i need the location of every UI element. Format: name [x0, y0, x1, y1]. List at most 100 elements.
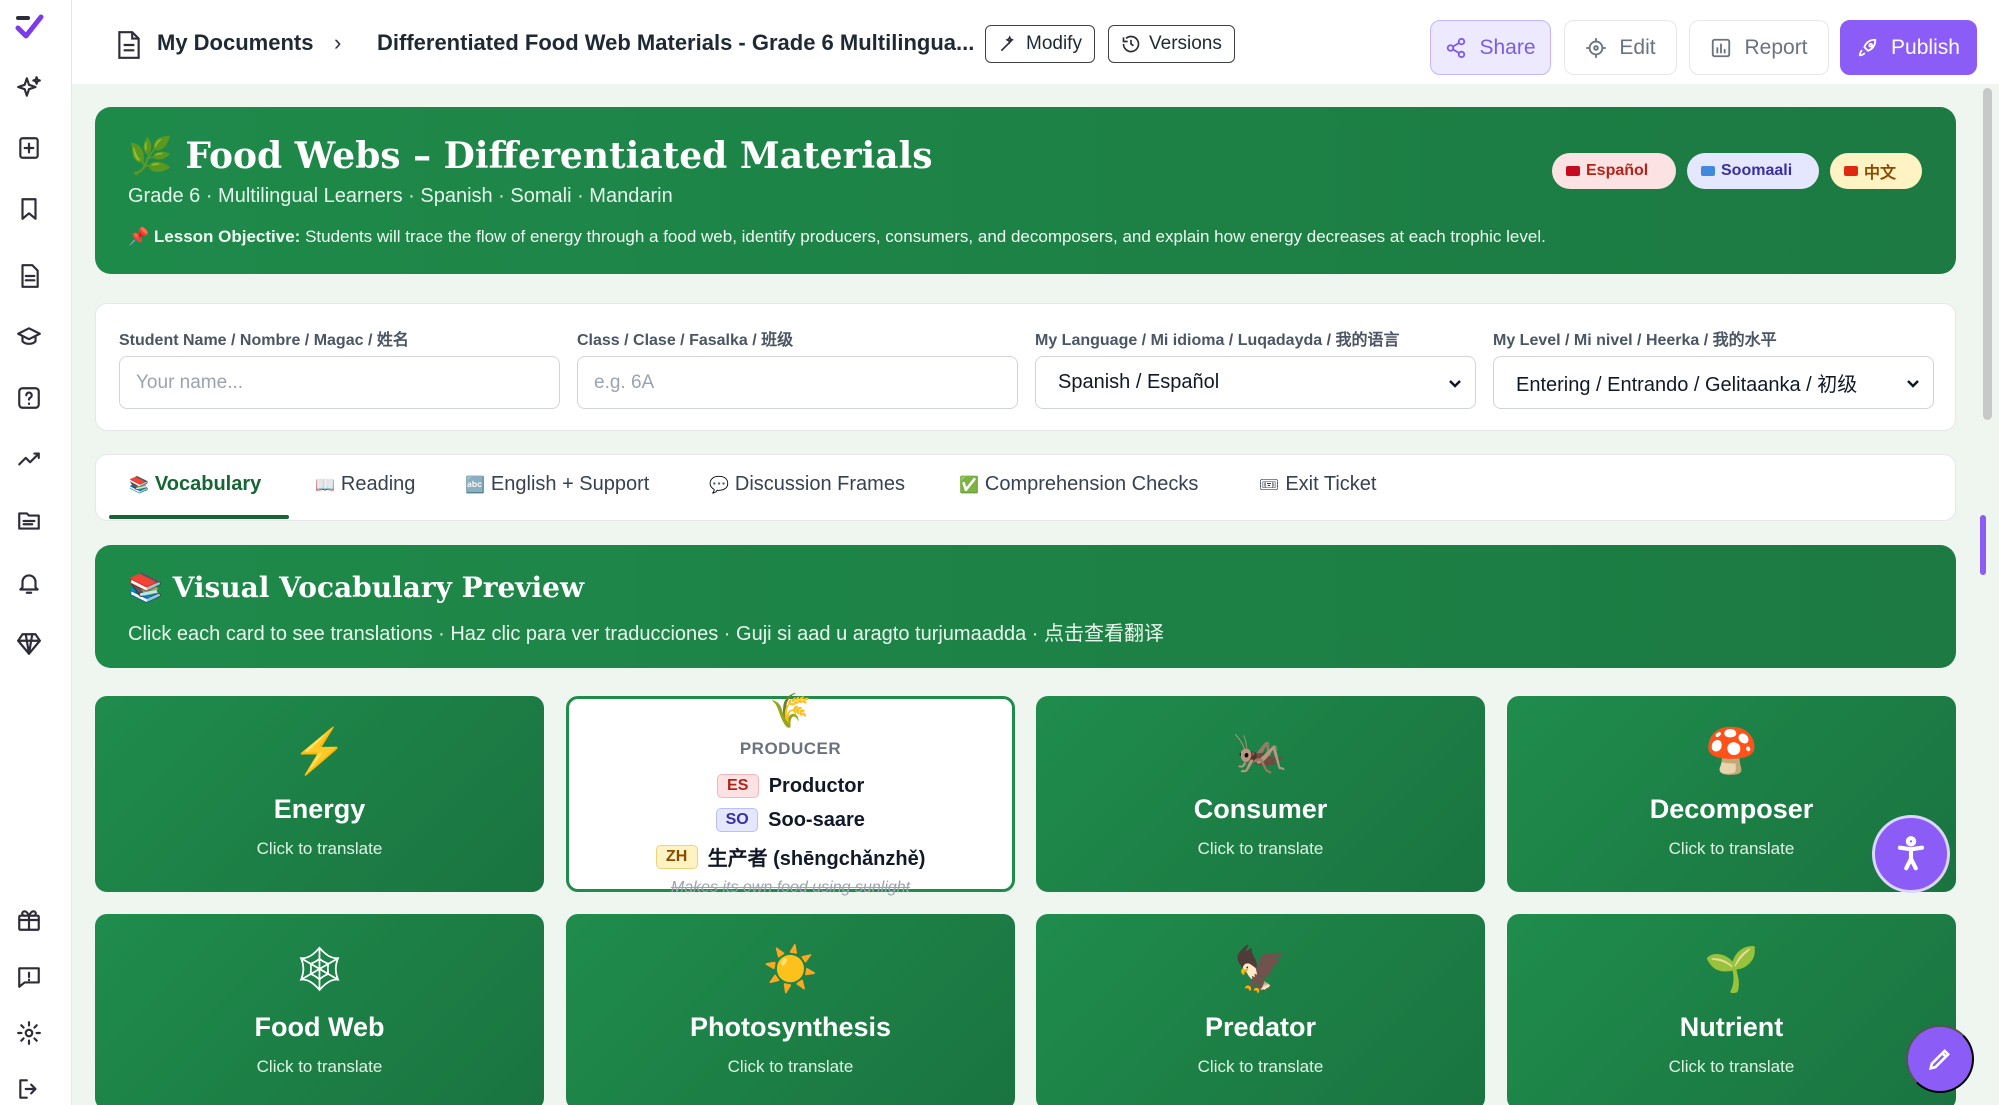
publish-button-label: Publish: [1891, 35, 1960, 59]
modify-button[interactable]: Modify: [985, 25, 1095, 63]
breadcrumb-current-document: Differentiated Food Web Materials - Grad…: [377, 30, 975, 55]
breadcrumb-my-documents[interactable]: My Documents: [157, 30, 313, 56]
lesson-header: 🌿 Food Webs – Differentiated Materials G…: [95, 107, 1956, 274]
speech-bubble-icon: 💬: [709, 477, 729, 494]
bar-chart-icon: [1712, 38, 1731, 57]
chevron-down-icon: [1905, 374, 1921, 390]
chevron-down-icon: [1447, 374, 1463, 390]
vocab-hint: Click to translate: [1197, 1057, 1324, 1076]
bell-icon[interactable]: [14, 568, 44, 598]
folder-icon[interactable]: [14, 506, 44, 536]
report-button[interactable]: Report: [1689, 20, 1829, 75]
language-select-value: Spanish / Español: [1058, 371, 1220, 393]
language-pill-label: Español: [1586, 162, 1649, 179]
vocabulary-banner-subtitle: Click each card to see translations · Ha…: [128, 623, 1164, 645]
publish-button[interactable]: Publish: [1840, 20, 1977, 75]
wheat-icon: 🌾: [769, 692, 812, 730]
ticket-icon: 🎟: [1259, 477, 1280, 494]
add-document-icon[interactable]: [14, 133, 44, 163]
logout-icon[interactable]: [14, 1074, 44, 1104]
versions-button[interactable]: Versions: [1108, 25, 1235, 63]
settings-gear-icon[interactable]: [14, 1018, 44, 1048]
vocab-term: Predator: [1204, 1012, 1317, 1042]
document-icon: [116, 30, 142, 60]
vocab-hint: Click to translate: [1197, 839, 1324, 858]
tab-label: Reading: [340, 473, 416, 495]
active-tab-indicator: [109, 515, 289, 519]
open-book-icon: 📖: [315, 477, 335, 494]
history-icon: [1122, 35, 1140, 53]
accessibility-icon: [1897, 836, 1925, 871]
share-button[interactable]: Share: [1430, 20, 1551, 75]
abc-icon: 🔤: [465, 477, 485, 494]
class-label: Class / Clase / Fasalka / 班级: [577, 332, 794, 349]
level-select[interactable]: Entering / Entrando / Gelitaanka / 初级: [1493, 356, 1934, 409]
annotate-button[interactable]: [1906, 1025, 1974, 1093]
lesson-subtitle: Grade 6 · Multilingual Learners · Spanis…: [128, 185, 673, 207]
tab-vocabulary[interactable]: 📚 Vocabulary: [129, 473, 261, 496]
lesson-objective: 📌 Lesson Objective: Students will trace …: [128, 227, 1546, 247]
quiz-icon[interactable]: [14, 383, 44, 413]
vocab-card-food-web[interactable]: 🕸 Food Web Click to translate: [95, 914, 544, 1105]
vocab-hint: Click to translate: [256, 839, 383, 858]
vocab-card-consumer[interactable]: 🦗 Consumer Click to translate: [1036, 696, 1485, 892]
tab-discussion-frames[interactable]: 💬 Discussion Frames: [709, 473, 905, 496]
tab-exit-ticket[interactable]: 🎟 Exit Ticket: [1259, 473, 1376, 496]
translation-row-es: ES Productor: [569, 774, 1012, 798]
feedback-icon[interactable]: [14, 962, 44, 992]
tab-label: Comprehension Checks: [984, 473, 1199, 495]
student-name-label: Student Name / Nombre / Magac / 姓名: [119, 332, 409, 349]
analytics-icon[interactable]: [14, 444, 44, 474]
language-select[interactable]: Spanish / Español: [1035, 356, 1476, 409]
vocab-term: Decomposer: [1649, 794, 1814, 824]
seedling-icon: 🌱: [1704, 945, 1759, 994]
student-name-input[interactable]: [119, 356, 560, 409]
vocab-definition: Makes its own food using sunlight: [670, 879, 911, 896]
spider-web-icon: 🕸: [291, 945, 348, 994]
tab-english-support[interactable]: 🔤 English + Support: [465, 473, 649, 496]
left-sidebar: [0, 0, 72, 1105]
language-tag: SO: [716, 808, 759, 832]
vocab-card-predator[interactable]: 🦅 Predator Click to translate: [1036, 914, 1485, 1105]
lesson-objective-text: Students will trace the flow of energy t…: [300, 227, 1546, 246]
lesson-title: 🌿 Food Webs – Differentiated Materials: [128, 135, 932, 177]
sparkles-icon[interactable]: [14, 72, 44, 102]
top-bar: My Documents › Differentiated Food Web M…: [72, 0, 1999, 84]
books-icon: 📚: [128, 571, 163, 604]
vocab-hint: Click to translate: [1668, 1057, 1795, 1076]
gift-icon[interactable]: [14, 905, 44, 935]
vocab-card-nutrient[interactable]: 🌱 Nutrient Click to translate: [1507, 914, 1956, 1105]
tab-comprehension-checks[interactable]: ✅ Comprehension Checks: [959, 473, 1198, 496]
bookmark-icon[interactable]: [14, 194, 44, 224]
diamond-icon[interactable]: [14, 629, 44, 659]
language-pill-mandarin[interactable]: 中文: [1830, 153, 1922, 189]
document-icon[interactable]: [14, 261, 44, 291]
vocab-card-producer[interactable]: 🌾 PRODUCER ES Productor SO Soo-saare ZH …: [566, 692, 1015, 896]
share-icon: [1447, 37, 1466, 58]
tab-reading[interactable]: 📖 Reading: [315, 473, 415, 496]
edit-button[interactable]: Edit: [1564, 20, 1677, 75]
vocab-hint: Click to translate: [256, 1057, 383, 1076]
accessibility-button[interactable]: [1872, 815, 1950, 893]
language-tag: ZH: [655, 844, 698, 869]
scrollbar-thumb[interactable]: [1983, 88, 1992, 420]
graduation-cap-icon[interactable]: [14, 322, 44, 352]
app-logo-icon[interactable]: [14, 12, 44, 42]
language-pill-somali[interactable]: Soomaali: [1687, 153, 1819, 189]
mushroom-icon: 🍄: [1704, 727, 1759, 776]
vocab-card-photosynthesis[interactable]: ☀️ Photosynthesis Click to translate: [566, 914, 1015, 1105]
cricket-icon: 🦗: [1233, 727, 1288, 776]
class-input[interactable]: [577, 356, 1018, 409]
breadcrumb-chevron-icon: ›: [334, 30, 342, 55]
spain-flag-icon: [1566, 166, 1580, 176]
translation-text: Productor: [768, 774, 865, 797]
vocabulary-banner-title-text: Visual Vocabulary Preview: [172, 571, 585, 604]
student-info-form: Student Name / Nombre / Magac / 姓名 Class…: [95, 303, 1956, 431]
language-pill-spanish[interactable]: Español: [1552, 153, 1676, 189]
language-pill-label: Soomaali: [1721, 162, 1793, 179]
target-icon: [1586, 37, 1607, 58]
level-select-value: Entering / Entrando / Gelitaanka / 初级: [1516, 374, 1858, 396]
vocab-card-energy[interactable]: ⚡ Energy Click to translate: [95, 696, 544, 892]
lightning-icon: ⚡: [292, 727, 347, 776]
china-flag-icon: [1844, 166, 1858, 176]
